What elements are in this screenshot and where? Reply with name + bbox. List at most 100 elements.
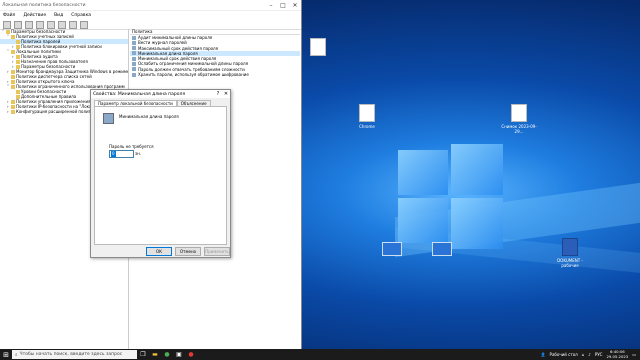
menu-bar: Файл Действие Вид Справка — [0, 11, 301, 20]
menu-help[interactable]: Справка — [71, 13, 91, 18]
recording-app-icon[interactable]: ● — [185, 351, 197, 358]
folder-icon — [11, 34, 15, 39]
menu-file[interactable]: Файл — [3, 13, 15, 18]
desktop-icon-label: Chrome — [359, 124, 375, 129]
policy-icon — [132, 61, 136, 66]
dialog-title: Свойства: Минимальная длина пароля — [93, 91, 186, 97]
maximize-icon[interactable]: □ — [277, 2, 289, 9]
file-icon — [310, 38, 326, 56]
password-length-spinner[interactable]: 0 — [109, 150, 134, 158]
folder-icon — [16, 54, 20, 59]
network-icon[interactable]: ⌂ — [582, 352, 585, 357]
window-title: Локальная политика безопасности — [2, 2, 86, 8]
policy-label: Минимальная длина пароля — [138, 50, 198, 56]
policy-icon — [132, 35, 136, 40]
folder-icon — [11, 104, 15, 109]
folder-icon — [11, 84, 15, 89]
folder-icon — [16, 64, 20, 69]
export-icon[interactable] — [69, 20, 77, 29]
policy-label: Максимальный срок действия пароля — [138, 45, 219, 51]
apply-button[interactable]: Применить — [204, 247, 230, 256]
folder-icon — [11, 74, 15, 79]
folder-icon — [11, 109, 15, 114]
file-explorer-icon[interactable]: ▬ — [149, 351, 161, 358]
folder-icon — [11, 79, 15, 84]
show-hide-tree-icon[interactable] — [36, 20, 44, 29]
ok-button[interactable]: ОК — [146, 247, 172, 256]
desktop-icon-label: Снимок 2023-09-29... — [501, 124, 537, 134]
forward-icon[interactable] — [14, 20, 22, 29]
taskbar-search[interactable]: ⌕ Чтобы начать поиск, введите здесь запр… — [12, 350, 137, 359]
tab-panel: Минимальная длина пароля Пароль не требу… — [94, 106, 227, 245]
close-icon[interactable]: ✕ — [289, 2, 301, 9]
folder-icon — [11, 69, 15, 74]
close-icon[interactable]: ✕ — [222, 91, 230, 97]
screenshot-icon — [382, 242, 402, 256]
clock-date: 29.05.2023 — [606, 353, 629, 359]
desktop-icon[interactable]: DOKUMENT - рабочие — [548, 238, 592, 268]
desktop-icon[interactable] — [370, 242, 414, 258]
user-icon[interactable]: 👤 — [541, 352, 546, 357]
system-tray: 👤 Рабочий стол ⌂ ♪ РУС 6:40:06 29.05.202… — [541, 349, 640, 359]
file-icon — [511, 104, 527, 122]
policy-properties-dialog: Свойства: Минимальная длина пароля ? ✕ П… — [90, 89, 231, 258]
policy-label: Аудит минимальной длины пароля — [138, 35, 213, 40]
folder-icon — [16, 59, 20, 64]
language-indicator[interactable]: РУС — [595, 352, 603, 357]
password-length-label: Пароль не требуется — [109, 144, 154, 149]
folder-icon — [6, 29, 10, 34]
delete-icon[interactable] — [47, 20, 55, 29]
policy-icon — [132, 72, 136, 77]
folder-icon — [16, 39, 20, 44]
refresh-icon[interactable] — [58, 20, 66, 29]
up-icon[interactable] — [25, 20, 33, 29]
search-icon: ⌕ — [15, 352, 18, 358]
policy-icon — [132, 56, 136, 61]
desktop-icon[interactable] — [296, 38, 340, 58]
folder-icon — [11, 49, 15, 54]
policy-icon — [132, 46, 136, 51]
policy-name: Минимальная длина пароля — [119, 114, 179, 119]
windows-start-icon[interactable]: ⊞ — [0, 351, 12, 359]
cancel-button[interactable]: Отмена — [175, 247, 201, 256]
dialog-titlebar: Свойства: Минимальная длина пароля ? ✕ — [91, 90, 230, 98]
policy-label: Хранить пароли, используя обратимое шифр… — [138, 72, 249, 78]
file-icon — [359, 104, 375, 122]
folder-icon — [16, 89, 20, 94]
desktop-toolbar-label[interactable]: Рабочий стол — [550, 352, 578, 357]
menu-action[interactable]: Действие — [23, 13, 46, 18]
screenshot-icon — [432, 242, 452, 256]
policy-icon — [132, 67, 136, 72]
folder-icon — [16, 94, 20, 99]
policy-label: Ослабить ограничения минимальной длины п… — [138, 61, 248, 67]
help-icon[interactable] — [80, 20, 88, 29]
dialog-buttons: ОК Отмена Применить — [146, 247, 230, 256]
policy-icon — [132, 40, 136, 45]
password-length-value[interactable]: 0 — [111, 151, 116, 157]
desktop-icon[interactable]: Снимок 2023-09-29... — [497, 104, 541, 134]
desktop-icon[interactable] — [420, 242, 464, 258]
chrome-icon[interactable]: ● — [161, 351, 173, 358]
menu-view[interactable]: Вид — [54, 13, 63, 18]
policy-icon — [103, 113, 114, 124]
clock[interactable]: 6:40:06 29.05.2023 — [606, 349, 629, 359]
desktop-icon-label: DOKUMENT - рабочие — [557, 258, 583, 268]
windows-logo — [398, 144, 503, 249]
policy-row[interactable]: Хранить пароли, используя обратимое шифр… — [130, 72, 300, 77]
window-titlebar: Локальная политика безопасности – □ ✕ — [0, 0, 301, 11]
policy-label: Минимальный срок действия пароля — [138, 56, 217, 62]
notifications-icon[interactable]: ▭ — [632, 352, 636, 357]
back-icon[interactable] — [3, 20, 11, 29]
folder-icon — [11, 99, 15, 104]
policy-label: Пароль должен отвечать требованиям сложн… — [138, 66, 245, 72]
unit-label: зн. — [135, 151, 142, 156]
search-placeholder: Чтобы начать поиск, введите здесь запрос — [19, 352, 123, 357]
desktop-icon[interactable]: Chrome — [345, 104, 389, 129]
minimize-icon[interactable]: – — [265, 2, 277, 9]
volume-icon[interactable]: ♪ — [588, 352, 591, 357]
policy-label: Вести журнал паролей — [138, 40, 187, 46]
folder-icon — [16, 44, 20, 49]
task-view-icon[interactable]: ❐ — [137, 351, 149, 358]
help-icon[interactable]: ? — [214, 91, 222, 97]
security-policy-app-icon[interactable]: ▣ — [173, 351, 185, 358]
